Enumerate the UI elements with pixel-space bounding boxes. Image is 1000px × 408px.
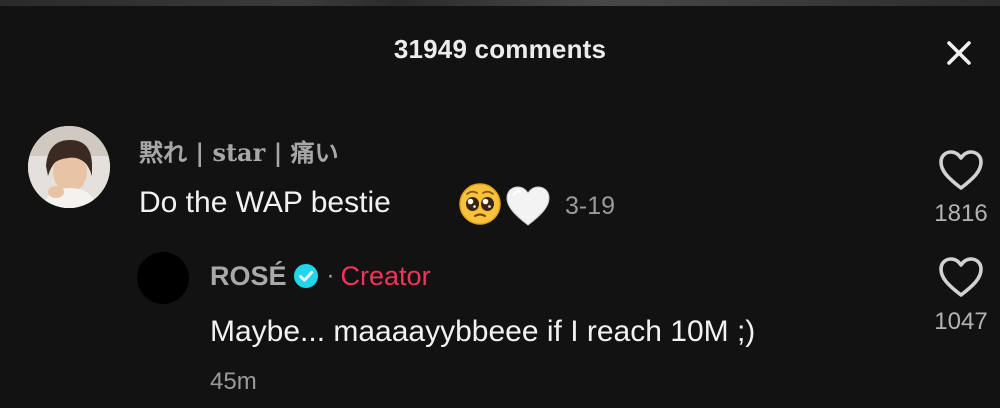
reply-like-count: 1047 [934, 308, 988, 335]
verified-badge-icon [293, 264, 318, 288]
comment-date: 3-19 [565, 192, 616, 220]
reply-like-button[interactable] [937, 255, 985, 299]
close-button[interactable] [938, 32, 980, 74]
commenter-avatar[interactable] [28, 126, 110, 208]
heart-outline-icon [939, 257, 983, 297]
comment-like-count: 1816 [934, 200, 988, 227]
creator-label: Creator [340, 260, 431, 291]
commenter-username[interactable]: 黙れ | star | 痛い [139, 133, 339, 168]
comment-like-button[interactable] [937, 148, 985, 192]
pleading-face-emoji [459, 183, 501, 225]
comment-text: Do the WAP bestie [139, 186, 391, 219]
separator-dot: · [326, 262, 335, 289]
reply-author-name[interactable]: ROSÉ [210, 261, 287, 292]
reply-author-row: ROSÉ · Creator [210, 258, 431, 294]
heart-outline-icon [939, 150, 983, 190]
reply-timestamp: 45m [210, 368, 257, 395]
reply-author-avatar[interactable] [137, 252, 189, 304]
comments-panel: 31949 comments 黙れ | star | 痛い Do the WAP… [0, 0, 1000, 408]
white-heart-emoji [506, 186, 550, 226]
close-icon [947, 41, 971, 65]
avatar-photo [28, 126, 110, 208]
reply-text: Maybe... maaaayybbeee if I reach 10M ;) [210, 315, 756, 348]
comments-count-title: 31949 comments [393, 34, 607, 64]
video-preview-strip [0, 0, 1000, 6]
